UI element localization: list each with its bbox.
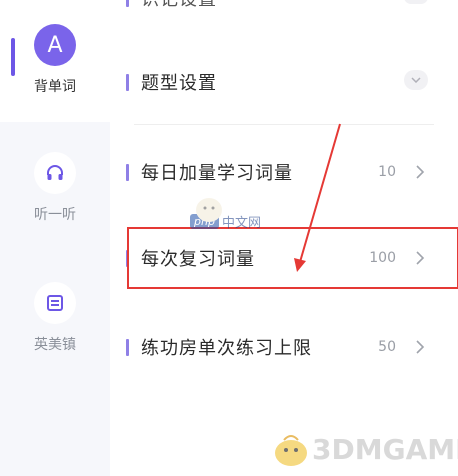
duck-mascot-icon [275,435,307,466]
settings-screen: A 背单词 听一听 英美镇 题型设置 每日加量学习词量 10 每次复习词量 10… [0,0,458,476]
sidebar: A 背单词 听一听 英美镇 [0,0,110,476]
headphones-icon [34,152,76,194]
row-title: 练功房单次练习上限 [141,338,312,359]
mascot-icon [196,198,222,222]
chevron-right-icon [416,340,425,354]
row-accent-bar [126,0,129,7]
setting-row-practice-limit[interactable]: 练功房单次练习上限 50 [126,327,444,367]
row-title: 每日加量学习词量 [141,163,293,184]
sidebar-item-beidanci[interactable]: A 背单词 [0,24,110,96]
row-value: 50 [378,339,396,355]
setting-row-daily-extra[interactable]: 每日加量学习词量 10 [126,152,444,192]
sidebar-item-label: 背单词 [34,79,76,95]
sidebar-item-label: 英美镇 [34,337,76,353]
avatar-letter: A [47,32,63,58]
chevron-down-icon[interactable] [404,70,428,90]
sidebar-item-yingmeizhen[interactable]: 英美镇 [0,282,110,354]
chevron-right-icon [416,165,425,179]
sidebar-item-label: 听一听 [34,207,76,223]
section-tixing-header[interactable]: 题型设置 [126,62,444,102]
row-accent-bar [126,73,129,91]
row-value: 10 [378,164,396,180]
section-title: 题型设置 [141,73,217,94]
row-accent-bar [126,163,129,181]
row-accent-bar [126,338,129,356]
row-title: 识记设置 [141,0,217,11]
php-watermark: php 中文网 [190,198,261,231]
php-text: 中文网 [221,216,261,231]
3dm-watermark: 3DMGAME [270,428,458,470]
3dm-text: 3DMGAME [312,432,458,466]
book-icon [34,282,76,324]
sidebar-item-tingyiting[interactable]: 听一听 [0,152,110,224]
avatar: A [34,24,76,66]
highlight-box [127,227,458,289]
dropdown-pill [404,0,428,4]
divider [134,124,434,125]
setting-row-shiji[interactable]: 识记设置 [126,0,444,18]
